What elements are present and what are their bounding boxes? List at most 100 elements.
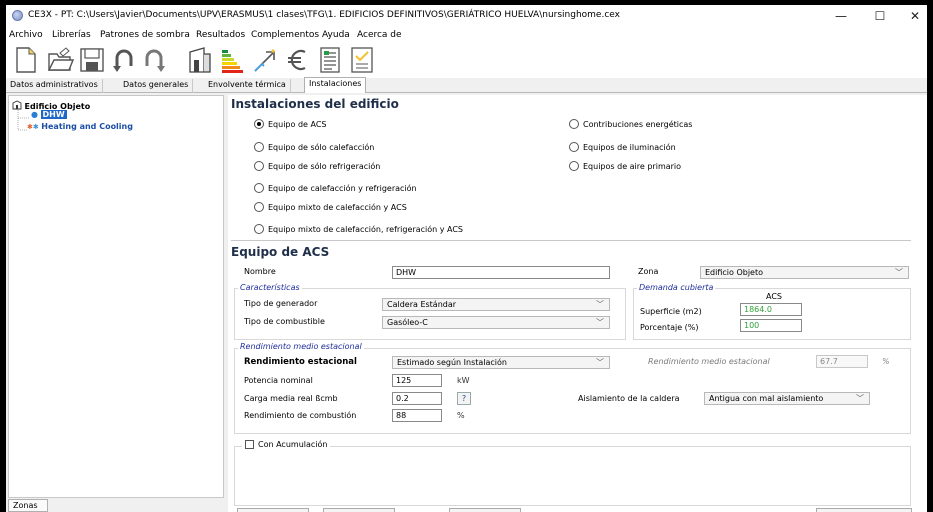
minimize-button[interactable]: — <box>830 8 852 24</box>
rendimiento-combustion-unit: % <box>457 411 465 420</box>
new-file-icon[interactable] <box>12 46 40 74</box>
radio-icon <box>254 142 264 152</box>
radio-equipo-acs[interactable]: Equipo de ACS <box>254 119 326 129</box>
rendimiento-medio-label: Rendimiento medio estacional <box>648 357 770 366</box>
tipo-generador-value: Caldera Estándar <box>387 300 457 309</box>
tree-node-heating-cooling[interactable]: ✱✱ Heating and Cooling <box>27 122 133 131</box>
acumulacion-group <box>234 446 911 506</box>
euro-icon[interactable] <box>284 46 312 74</box>
tree-node-dhw-label: DHW <box>40 110 67 119</box>
main-panel: Instalaciones del edificio Equipo de ACS… <box>228 95 927 512</box>
radio-equipos-iluminacion[interactable]: Equipos de iluminación <box>569 142 676 152</box>
menu-acerca-de[interactable]: Acerca de <box>357 30 402 40</box>
radio-label: Equipo de ACS <box>268 119 327 129</box>
title-bar: CE3X - PT: C:\Users\Javier\Documents\UPV… <box>6 5 927 27</box>
zona-select[interactable]: Edificio Objeto ﹀ <box>700 266 909 279</box>
app-window: CE3X - PT: C:\Users\Javier\Documents\UPV… <box>6 5 927 512</box>
tab-datos-generales[interactable]: Datos generales <box>119 79 194 93</box>
chevron-down-icon: ﹀ <box>895 268 903 277</box>
window-title: CE3X - PT: C:\Users\Javier\Documents\UPV… <box>28 10 620 20</box>
carga-media-input[interactable]: 0.2 <box>392 392 442 405</box>
tipo-combustible-select[interactable]: Gasóleo-C ﹀ <box>382 316 610 329</box>
radio-equipos-aire-primario[interactable]: Equipos de aire primario <box>569 161 681 171</box>
tab-datos-administrativos[interactable]: Datos administrativos <box>6 79 103 93</box>
radio-mixto-calefaccion-refrigeracion-acs[interactable]: Equipo mixto de calefacción, refrigeraci… <box>254 224 463 234</box>
potencia-nominal-input[interactable]: 125 <box>392 374 442 387</box>
radio-label: Equipo de sólo refrigeración <box>268 161 381 171</box>
menu-librerias[interactable]: Librerías <box>52 30 91 40</box>
certificate-document-icon[interactable] <box>348 46 376 74</box>
close-button[interactable]: ✕ <box>904 8 926 24</box>
radio-solo-refrigeracion[interactable]: Equipo de sólo refrigeración <box>254 161 380 171</box>
bottom-button[interactable] <box>449 508 521 512</box>
installations-heading: Instalaciones del edificio <box>231 97 399 111</box>
building-icon[interactable] <box>186 46 214 74</box>
rendimiento-combustion-label: Rendimiento de combustión <box>244 411 357 420</box>
menu-resultados[interactable]: Resultados <box>196 30 245 40</box>
radio-calefaccion-refrigeracion[interactable]: Equipo de calefacción y refrigeración <box>254 183 417 193</box>
redo-icon[interactable] <box>140 46 168 74</box>
acumulacion-checkbox[interactable]: Con Acumulación <box>242 440 331 449</box>
caracteristicas-label: Características <box>238 283 302 292</box>
radio-icon <box>254 224 264 234</box>
undo-icon[interactable] <box>110 46 138 74</box>
acumulacion-label: Con Acumulación <box>258 440 328 449</box>
chevron-down-icon: ﹀ <box>596 358 604 367</box>
menu-ayuda[interactable]: Ayuda <box>322 30 350 40</box>
menu-patrones-de-sombra[interactable]: Patrones de sombra <box>100 30 190 40</box>
aislamiento-select[interactable]: Antigua con mal aislamiento ﹀ <box>704 392 870 405</box>
rendimiento-group-label: Rendimiento medio estacional <box>238 342 364 351</box>
water-drop-icon: ● <box>31 110 38 119</box>
tipo-generador-select[interactable]: Caldera Estándar ﹀ <box>382 298 610 311</box>
porcentaje-label: Porcentaje (%) <box>640 323 699 332</box>
chevron-down-icon: ﹀ <box>856 394 864 403</box>
open-folder-icon[interactable] <box>46 46 74 74</box>
section-divider <box>231 240 911 241</box>
bottom-button[interactable] <box>816 508 912 512</box>
radio-label: Equipo de calefacción y refrigeración <box>268 183 417 193</box>
tipo-combustible-value: Gasóleo-C <box>387 318 428 327</box>
chevron-down-icon: ﹀ <box>596 318 604 327</box>
save-icon[interactable] <box>78 46 106 74</box>
energy-rating-icon[interactable] <box>218 46 246 74</box>
main-tabs: Datos administrativos Datos generales En… <box>6 77 927 93</box>
radio-solo-calefaccion[interactable]: Equipo de sólo calefacción <box>254 142 374 152</box>
radio-label: Contribuciones energéticas <box>583 119 693 129</box>
bottom-button[interactable] <box>323 508 395 512</box>
tipo-generador-label: Tipo de generador <box>244 299 318 308</box>
aislamiento-label: Aislamiento de la caldera <box>578 394 680 403</box>
radio-label: Equipo mixto de calefacción y ACS <box>268 202 407 212</box>
carga-help-button[interactable]: ? <box>457 392 471 405</box>
demanda-cubierta-label: Demanda cubierta <box>637 283 716 292</box>
superficie-input[interactable]: 1864.0 <box>740 303 802 316</box>
porcentaje-input[interactable]: 100 <box>740 319 802 332</box>
potencia-unit: kW <box>457 376 470 385</box>
menu-archivo[interactable]: Archivo <box>9 30 43 40</box>
radio-label: Equipos de aire primario <box>583 161 682 171</box>
tab-envolvente-termica[interactable]: Envolvente térmica <box>204 79 291 93</box>
radio-mixto-calefaccion-acs[interactable]: Equipo mixto de calefacción y ACS <box>254 202 407 212</box>
rendimiento-medio-unit: % <box>882 357 890 366</box>
radio-label: Equipo mixto de calefacción, refrigeraci… <box>268 224 463 234</box>
toolbar <box>6 44 927 78</box>
improvement-arrow-icon[interactable] <box>252 46 280 74</box>
radio-icon <box>569 161 579 171</box>
aislamiento-value: Antigua con mal aislamiento <box>709 394 824 403</box>
radio-icon <box>569 119 579 129</box>
rendimiento-combustion-input[interactable]: 88 <box>392 409 442 422</box>
cooling-icon: ✱ <box>32 123 39 131</box>
menu-complementos[interactable]: Complementos <box>251 30 319 40</box>
tab-instalaciones[interactable]: Instalaciones <box>304 77 367 93</box>
caracteristicas-group <box>234 288 626 340</box>
tree-node-dhw[interactable]: ● DHW <box>31 110 67 119</box>
report-document-icon[interactable] <box>316 46 344 74</box>
tab-zonas[interactable]: Zonas <box>8 499 48 512</box>
nombre-input[interactable]: DHW <box>392 266 610 279</box>
bottom-button[interactable] <box>237 508 309 512</box>
maximize-button[interactable]: ☐ <box>869 8 891 24</box>
rendimiento-estacional-select[interactable]: Estimado según Instalación ﹀ <box>392 356 610 369</box>
radio-icon <box>254 183 264 193</box>
tree-node-heating-cooling-label: Heating and Cooling <box>41 122 133 131</box>
radio-contribuciones-energeticas[interactable]: Contribuciones energéticas <box>569 119 692 129</box>
building-tree: Edificio Objeto ● DHW ✱✱ Heating and Coo… <box>8 95 224 498</box>
